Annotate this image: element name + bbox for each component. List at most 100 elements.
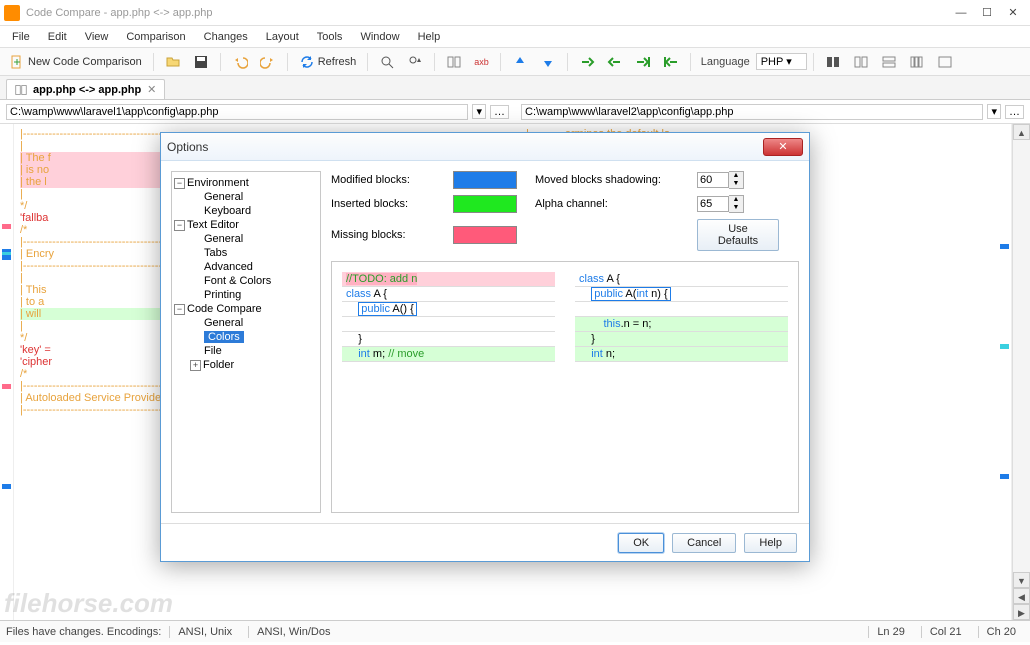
menu-file[interactable]: File [4, 29, 38, 45]
tree-cc-file[interactable]: File [174, 344, 318, 358]
tree-te-fonts[interactable]: Font & Colors [174, 274, 318, 288]
arrow-right-bar-icon [635, 54, 651, 70]
new-comparison-button[interactable]: New Code Comparison [4, 51, 147, 73]
open-button[interactable] [160, 51, 186, 73]
moved-shadow-spinner[interactable]: ▲▼ [697, 171, 747, 189]
arrow-left-icon [607, 54, 623, 70]
minimize-button[interactable]: — [948, 7, 974, 19]
separator [220, 53, 221, 71]
tree-env-keyboard[interactable]: Keyboard [174, 204, 318, 218]
collapse-icon[interactable]: − [174, 304, 185, 315]
alpha-input[interactable] [697, 196, 729, 212]
maximize-button[interactable]: ☐ [974, 6, 1000, 19]
tree-te-tabs[interactable]: Tabs [174, 246, 318, 260]
copy-right-button[interactable] [574, 51, 600, 73]
tree-environment[interactable]: −Environment [174, 176, 318, 190]
redo-button[interactable] [255, 51, 281, 73]
left-path-input[interactable] [6, 104, 468, 120]
tab-active[interactable]: app.php <-> app.php ✕ [6, 79, 165, 99]
scroll-right-button[interactable]: ▶ [1013, 604, 1030, 620]
spin-down-icon[interactable]: ▼ [729, 204, 743, 212]
preview-line: //TODO: add n [342, 272, 555, 287]
undo-button[interactable] [227, 51, 253, 73]
separator [690, 53, 691, 71]
alpha-spinner[interactable]: ▲▼ [697, 195, 747, 213]
menu-window[interactable]: Window [352, 29, 407, 45]
scroll-left-button[interactable]: ◀ [1013, 588, 1030, 604]
menu-layout[interactable]: Layout [258, 29, 307, 45]
layout-alt4-button[interactable] [932, 51, 958, 73]
right-path-input[interactable] [521, 104, 983, 120]
menu-edit[interactable]: Edit [40, 29, 75, 45]
use-defaults-button[interactable]: Use Defaults [697, 219, 779, 251]
copy-left-button[interactable] [602, 51, 628, 73]
moved-shadow-input[interactable] [697, 172, 729, 188]
window-titlebar: Code Compare - app.php <-> app.php — ☐ ✕ [0, 0, 1030, 26]
save-button[interactable] [188, 51, 214, 73]
menu-changes[interactable]: Changes [196, 29, 256, 45]
left-path-dropdown[interactable]: ▾ [472, 104, 486, 119]
tree-code-compare[interactable]: −Code Compare [174, 302, 318, 316]
copy-all-left-button[interactable] [658, 51, 684, 73]
tree-cc-general[interactable]: General [174, 316, 318, 330]
tree-te-general[interactable]: General [174, 232, 318, 246]
layout-alt1-button[interactable] [848, 51, 874, 73]
layout-2col-icon [825, 54, 841, 70]
cancel-button[interactable]: Cancel [672, 533, 736, 553]
refresh-label: Refresh [318, 56, 357, 68]
scroll-down-button[interactable]: ▼ [1013, 572, 1030, 588]
right-path-dropdown[interactable]: ▾ [987, 104, 1001, 119]
missing-color-swatch[interactable] [453, 226, 517, 244]
menu-help[interactable]: Help [410, 29, 449, 45]
spin-up-icon[interactable]: ▲ [729, 172, 743, 180]
inserted-color-swatch[interactable] [453, 195, 517, 213]
tree-te-printing[interactable]: Printing [174, 288, 318, 302]
close-button[interactable]: ✕ [1000, 6, 1026, 19]
layout-alt2-button[interactable] [876, 51, 902, 73]
vertical-scrollbar[interactable]: ▲ ▼ ◀ ▶ [1012, 124, 1030, 620]
language-select[interactable]: PHP ▾ [756, 53, 807, 70]
spin-down-icon[interactable]: ▼ [729, 180, 743, 188]
collapse-icon[interactable]: − [174, 220, 185, 231]
left-overview-ruler[interactable] [0, 124, 14, 620]
expand-icon[interactable]: + [190, 360, 201, 371]
tree-text-editor[interactable]: −Text Editor [174, 218, 318, 232]
path-bar: ▾ … ▾ … [0, 100, 1030, 124]
right-path-browse[interactable]: … [1005, 105, 1024, 119]
refresh-button[interactable]: Refresh [294, 51, 362, 73]
ok-button[interactable]: OK [618, 533, 664, 553]
find-button[interactable] [374, 51, 400, 73]
layout-2col-button[interactable] [820, 51, 846, 73]
tab-close-button[interactable]: ✕ [147, 83, 156, 96]
options-tree[interactable]: −Environment General Keyboard −Text Edit… [171, 171, 321, 513]
prev-diff-button[interactable] [507, 51, 533, 73]
status-changes: Files have changes. Encodings: [6, 626, 161, 638]
collapse-icon[interactable]: − [174, 178, 185, 189]
spin-up-icon[interactable]: ▲ [729, 196, 743, 204]
dialog-close-button[interactable]: ✕ [763, 138, 803, 156]
menu-view[interactable]: View [77, 29, 117, 45]
help-button[interactable]: Help [744, 533, 797, 553]
modified-label: Modified blocks: [331, 174, 441, 186]
panes-icon [446, 54, 462, 70]
scroll-up-button[interactable]: ▲ [1013, 124, 1030, 140]
right-overview-ruler[interactable] [998, 124, 1012, 620]
dialog-titlebar[interactable]: Options ✕ [161, 133, 809, 161]
language-value: PHP [761, 56, 783, 68]
next-diff-button[interactable] [535, 51, 561, 73]
compare-pane-button[interactable] [441, 51, 467, 73]
tree-cc-folder[interactable]: +Folder [174, 358, 318, 372]
separator [153, 53, 154, 71]
axb-button[interactable]: axb [469, 54, 494, 70]
menu-comparison[interactable]: Comparison [118, 29, 193, 45]
separator [500, 53, 501, 71]
modified-color-swatch[interactable] [453, 171, 517, 189]
tree-env-general[interactable]: General [174, 190, 318, 204]
layout-alt3-button[interactable] [904, 51, 930, 73]
tree-cc-colors[interactable]: Colors [174, 330, 318, 344]
left-path-browse[interactable]: … [490, 105, 509, 119]
copy-all-right-button[interactable] [630, 51, 656, 73]
find-prev-button[interactable] [402, 51, 428, 73]
menu-tools[interactable]: Tools [309, 29, 351, 45]
tree-te-advanced[interactable]: Advanced [174, 260, 318, 274]
